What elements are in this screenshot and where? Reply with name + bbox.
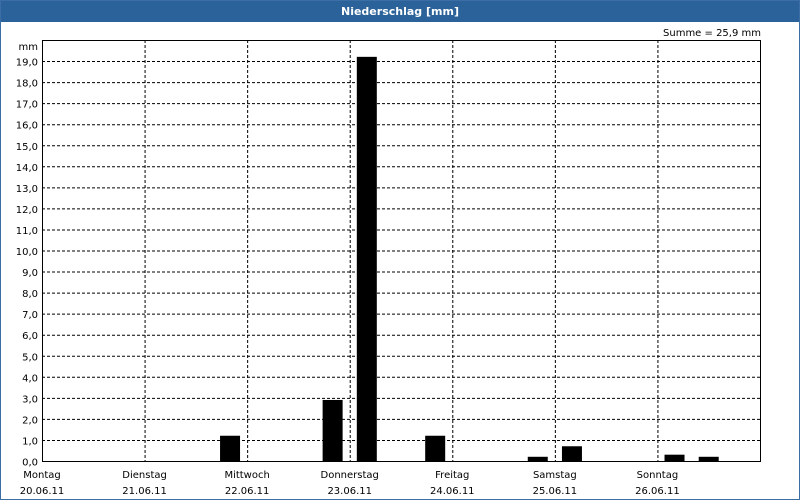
y-tick-label: 9,0 — [22, 268, 38, 279]
x-date-label: 24.06.11 — [430, 486, 475, 497]
x-day-label: Sonntag — [637, 470, 679, 481]
y-tick-label: 0,0 — [22, 458, 38, 469]
x-date-label: 20.06.11 — [20, 486, 65, 497]
y-tick-label: 19,0 — [16, 58, 38, 69]
precipitation-bar — [561, 446, 582, 461]
y-tick-label: 13,0 — [16, 184, 38, 195]
y-tick-label: 1,0 — [22, 436, 38, 447]
precipitation-bar — [322, 399, 343, 461]
y-tick-label: 8,0 — [22, 289, 38, 300]
x-date-label: 22.06.11 — [225, 486, 270, 497]
y-tick-label: 12,0 — [16, 205, 38, 216]
precipitation-bar — [664, 454, 685, 461]
x-day-label: Dienstag — [122, 470, 167, 481]
y-tick-label: 5,0 — [22, 352, 38, 363]
x-day-label: Mittwoch — [224, 470, 269, 481]
y-tick-label: 4,0 — [22, 373, 38, 384]
y-tick-label: 18,0 — [16, 79, 38, 90]
precipitation-bar — [356, 56, 377, 462]
x-day-label: Samstag — [533, 470, 577, 481]
y-axis-label: mm — [19, 42, 38, 53]
x-date-label: 21.06.11 — [122, 486, 167, 497]
y-tick-label: 17,0 — [16, 100, 38, 111]
precipitation-bar — [527, 456, 548, 461]
y-tick-label: 16,0 — [16, 121, 38, 132]
y-tick-label: 2,0 — [22, 415, 38, 426]
y-tick-label: 10,0 — [16, 247, 38, 258]
precipitation-bar-chart: 0,0 1,0 2,0 3,0 4,0 5,0 6,0 7,0 8,0 9,0 10,0 11,0 12… — [16, 40, 761, 497]
y-tick-label: 3,0 — [22, 394, 38, 405]
precipitation-bar — [425, 435, 446, 461]
precipitation-bar — [698, 456, 719, 461]
x-date-label: 23.06.11 — [327, 486, 372, 497]
precipitation-bar — [220, 435, 241, 461]
y-tick-label: 7,0 — [22, 310, 38, 321]
x-day-label: Montag — [23, 470, 60, 481]
x-date-label: 25.06.11 — [533, 486, 578, 497]
x-day-label: Donnerstag — [321, 470, 379, 481]
y-tick-label: 6,0 — [22, 331, 38, 342]
y-tick-label: 11,0 — [16, 226, 38, 237]
x-date-label: 26.06.11 — [635, 486, 680, 497]
y-tick-label: 15,0 — [16, 142, 38, 153]
x-day-label: Freitag — [435, 470, 469, 481]
y-tick-label: 14,0 — [16, 163, 38, 174]
